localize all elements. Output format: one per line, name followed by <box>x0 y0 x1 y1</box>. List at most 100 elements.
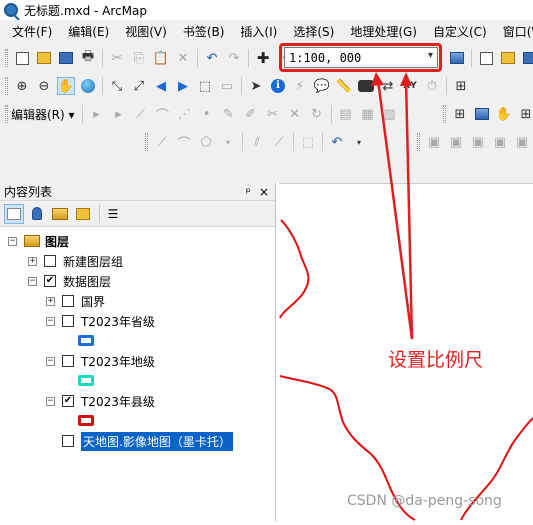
save-button[interactable] <box>57 49 75 67</box>
undo-edit-button[interactable]: ↶ <box>328 133 346 151</box>
toc-window-button[interactable] <box>477 49 495 67</box>
menu-edit[interactable]: 编辑(E) <box>68 23 109 40</box>
fixed-zoom-out-button[interactable]: ⤢ <box>130 77 148 95</box>
create-features-button[interactable]: ▧ <box>381 105 399 123</box>
topology-tool-2[interactable]: ▣ <box>447 133 465 151</box>
point-button[interactable]: • <box>198 105 216 123</box>
redo-button[interactable]: ↷ <box>225 49 243 67</box>
find-button[interactable] <box>357 77 375 95</box>
pin-icon[interactable]: ᵖ <box>246 185 251 199</box>
add-data-button[interactable]: ✚ <box>254 49 272 67</box>
menu-geoprocessing[interactable]: 地理处理(G) <box>350 23 417 40</box>
open-button[interactable] <box>35 49 53 67</box>
select-elements-button[interactable]: ➤ <box>247 77 265 95</box>
toolbar-grip[interactable] <box>443 105 446 123</box>
menu-windows[interactable]: 窗口(W) <box>503 23 533 40</box>
edit-tool-button[interactable]: ▸ <box>88 105 106 123</box>
county-symbol-swatch[interactable] <box>78 415 94 426</box>
tree-row-national-border[interactable]: + 国界 <box>46 291 105 311</box>
prefecture-symbol-swatch[interactable] <box>78 375 94 386</box>
construct-button[interactable]: ⬚ <box>299 133 317 151</box>
cut-button[interactable]: ✂ <box>108 49 126 67</box>
new-document-button[interactable] <box>13 49 31 67</box>
layout-pan-button[interactable]: ✋ <box>495 105 513 123</box>
menu-file[interactable]: 文件(F) <box>12 23 52 40</box>
paste-button[interactable]: 📋 <box>152 49 170 67</box>
collapse-icon[interactable]: − <box>28 276 37 286</box>
attributes-button[interactable]: ▤ <box>337 105 355 123</box>
editor-menu-button[interactable]: 编辑器(R) ▾ <box>11 106 75 123</box>
dropdown-button[interactable]: ▾ <box>219 133 237 151</box>
tree-row-province[interactable]: − T2023年省级 <box>46 311 155 331</box>
fillet-button[interactable]: ⟋ <box>270 133 288 151</box>
visibility-checkbox[interactable] <box>62 295 74 307</box>
hyperlink-button[interactable]: ⚡ <box>291 77 309 95</box>
tree-row-tianditu-imagery[interactable]: 天地图.影像地图（墨卡托） <box>62 431 233 451</box>
collapse-icon[interactable]: − <box>8 236 17 246</box>
tree-row-county[interactable]: − ✔ T2023年县级 <box>46 391 155 411</box>
clear-selection-button[interactable]: ▭ <box>218 77 236 95</box>
cut-polygons-button[interactable]: ✂ <box>264 105 282 123</box>
fixed-zoom-in-button[interactable]: ⤡ <box>108 77 126 95</box>
zoom-in-button[interactable]: ⊕ <box>13 77 31 95</box>
close-icon[interactable]: × <box>259 185 269 199</box>
menu-customize[interactable]: 自定义(C) <box>433 23 487 40</box>
straight-segment-button[interactable]: ⟋ <box>132 105 150 123</box>
collapse-icon[interactable]: − <box>46 396 55 406</box>
collapse-icon[interactable]: − <box>46 316 55 326</box>
line-tool-button[interactable]: ⟋ <box>153 133 171 151</box>
reshape-button[interactable]: ✐ <box>242 105 260 123</box>
collapse-icon[interactable]: − <box>46 356 55 366</box>
menu-bookmarks[interactable]: 书签(B) <box>183 23 225 40</box>
polygon-tool-button[interactable]: ⬠ <box>197 133 215 151</box>
copy-button[interactable]: ⎘ <box>130 49 148 67</box>
list-by-visibility-button[interactable] <box>50 204 70 224</box>
undo-dropdown[interactable]: ▾ <box>350 133 368 151</box>
toolbar-grip[interactable] <box>145 133 148 151</box>
toolbar-grip[interactable] <box>5 49 8 67</box>
topology-tool-4[interactable]: ▣ <box>491 133 509 151</box>
create-viewer-button[interactable]: ⊞ <box>452 77 470 95</box>
split-button[interactable]: ✕ <box>286 105 304 123</box>
toolbar-grip[interactable] <box>417 133 420 151</box>
delete-button[interactable]: ✕ <box>174 49 192 67</box>
undo-button[interactable]: ↶ <box>203 49 221 67</box>
layout-page-button[interactable] <box>473 105 491 123</box>
copy-parallel-button[interactable]: ⫽ <box>248 133 266 151</box>
measure-button[interactable]: 📏 <box>335 77 353 95</box>
sketch-properties-button[interactable]: ▦ <box>359 105 377 123</box>
province-symbol-swatch[interactable] <box>78 335 94 346</box>
time-slider-button[interactable]: ⏱ <box>423 77 441 95</box>
identify-button[interactable]: i <box>269 77 287 95</box>
go-to-xy-button[interactable]: XY <box>401 77 419 95</box>
layout-zoom-button[interactable]: ⊞ <box>517 105 533 123</box>
go-back-button[interactable]: ◀ <box>152 77 170 95</box>
html-popup-button[interactable]: 💬 <box>313 77 331 95</box>
visibility-checkbox[interactable] <box>62 315 74 327</box>
list-by-selection-button[interactable] <box>73 204 93 224</box>
trace-button[interactable]: ⋰ <box>176 105 194 123</box>
catalog-window-button[interactable] <box>499 49 517 67</box>
tree-row-prefecture[interactable]: − T2023年地级 <box>46 351 155 371</box>
menu-insert[interactable]: 插入(I) <box>240 23 277 40</box>
visibility-checkbox[interactable]: ✔ <box>44 275 56 287</box>
go-forward-button[interactable]: ▶ <box>174 77 192 95</box>
pan-button[interactable]: ✋ <box>57 77 75 95</box>
zoom-out-button[interactable]: ⊖ <box>35 77 53 95</box>
endpoint-arc-button[interactable]: ⌒ <box>154 105 172 124</box>
topology-tool-3[interactable]: ▣ <box>469 133 487 151</box>
expand-icon[interactable]: + <box>28 256 37 266</box>
options-button[interactable]: ☰ <box>103 204 123 224</box>
curve-tool-button[interactable]: ⌒ <box>175 133 193 152</box>
visibility-checkbox[interactable] <box>62 435 74 447</box>
find-route-button[interactable]: ⇄ <box>379 77 397 95</box>
toolbar-grip[interactable] <box>5 77 8 95</box>
list-by-drawing-order-button[interactable] <box>4 203 24 224</box>
tree-row-layers[interactable]: − 图层 <box>8 231 69 251</box>
tree-row-data-layers[interactable]: − ✔ 数据图层 <box>28 271 111 291</box>
full-extent-button[interactable] <box>79 77 97 95</box>
visibility-checkbox[interactable] <box>62 355 74 367</box>
list-by-source-button[interactable] <box>27 204 47 224</box>
edit-vertices-button[interactable]: ✎ <box>220 105 238 123</box>
menu-selection[interactable]: 选择(S) <box>293 23 334 40</box>
